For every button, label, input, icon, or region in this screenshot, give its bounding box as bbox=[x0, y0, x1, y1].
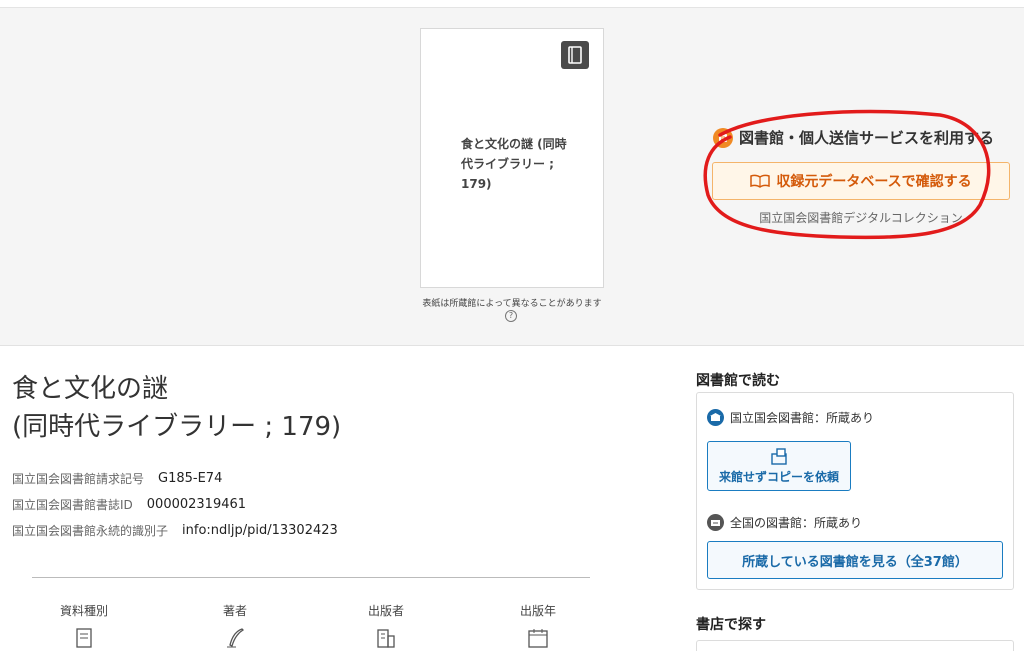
author-pen-icon bbox=[227, 628, 245, 648]
service-icon bbox=[713, 127, 733, 148]
help-icon[interactable]: ? bbox=[505, 310, 517, 322]
bib-id-label: 国立国会図書館書誌ID bbox=[12, 498, 133, 512]
service-heading-label: 図書館・個人送信サービスを利用する bbox=[739, 129, 995, 147]
national-status: 全国の図書館：所蔵あり bbox=[730, 516, 863, 530]
publisher-building-icon bbox=[377, 629, 395, 648]
ndl-status: 国立国会図書館：所蔵あり bbox=[730, 411, 875, 425]
copy-request-icon bbox=[771, 448, 787, 465]
book-icon bbox=[561, 41, 589, 69]
bib-id-row: 国立国会図書館書誌ID 000002319461 bbox=[12, 496, 246, 513]
request-copy-button[interactable]: 来館せずコピーを依頼 bbox=[707, 441, 851, 491]
category-publisher: 出版者 bbox=[346, 602, 426, 649]
bib-id-value: 000002319461 bbox=[146, 497, 247, 512]
database-check-label: 収録元データベースで確認する bbox=[776, 174, 972, 190]
category-label: 出版年 bbox=[519, 604, 556, 618]
view-holding-libraries-label: 所蔵している図書館を見る（全37館） bbox=[742, 554, 968, 570]
ndl-status-row: 国立国会図書館：所蔵あり bbox=[707, 409, 874, 426]
book-cover: 食と文化の謎 (同時代ライブラリー ; 179) bbox=[420, 28, 604, 288]
persistent-id-label: 国立国会図書館永続的識別子 bbox=[12, 524, 169, 538]
bookstore-heading: 書店で探す bbox=[696, 617, 766, 633]
category-label: 出版者 bbox=[367, 604, 404, 618]
read-at-library-heading: 図書館で読む bbox=[696, 373, 780, 389]
ndl-library-icon bbox=[707, 409, 724, 426]
national-status-row: 全国の図書館：所蔵あり bbox=[707, 514, 862, 531]
view-holding-libraries-button[interactable]: 所蔵している図書館を見る（全37館） bbox=[707, 541, 1003, 579]
category-pub-year: 出版年 bbox=[498, 602, 578, 649]
library-card: 国立国会図書館：所蔵あり 来館せずコピーを依頼 全国の図書館：所蔵あり 所蔵して… bbox=[696, 392, 1014, 590]
bookstore-card bbox=[696, 640, 1014, 651]
cover-note: 表紙は所蔵館によって異なることがあります bbox=[422, 299, 602, 309]
persistent-id-row: 国立国会図書館永続的識別子 info:ndljp/pid/13302423 bbox=[12, 522, 338, 539]
request-copy-label: 来館せずコピーを依頼 bbox=[718, 470, 839, 484]
service-heading: 図書館・個人送信サービスを利用する bbox=[713, 127, 994, 148]
category-material-type: 資料種別 bbox=[44, 602, 124, 649]
persistent-id-value: info:ndljp/pid/13302423 bbox=[182, 523, 338, 538]
material-type-icon bbox=[76, 628, 92, 648]
national-library-icon bbox=[707, 514, 724, 531]
call-number-value: G185-E74 bbox=[158, 471, 223, 486]
book-title: 食と文化の謎 (同時代ライブラリー ; 179) bbox=[12, 370, 341, 446]
section-divider bbox=[32, 577, 590, 578]
call-number-row: 国立国会図書館請求記号 G185-E74 bbox=[12, 470, 222, 487]
database-check-button[interactable]: 収録元データベースで確認する bbox=[712, 162, 1010, 200]
open-book-icon bbox=[750, 174, 771, 188]
category-author: 著者 bbox=[195, 602, 275, 649]
calendar-icon bbox=[528, 629, 548, 648]
database-name: 国立国会図書館デジタルコレクション bbox=[759, 211, 963, 225]
book-title-line1: 食と文化の謎 bbox=[12, 374, 169, 404]
call-number-label: 国立国会図書館請求記号 bbox=[12, 472, 145, 486]
category-label: 資料種別 bbox=[59, 604, 108, 618]
book-title-line2: (同時代ライブラリー ; 179) bbox=[12, 412, 342, 442]
cover-title: 食と文化の謎 (同時代ライブラリー ; 179) bbox=[461, 137, 567, 191]
category-label: 著者 bbox=[222, 604, 247, 618]
